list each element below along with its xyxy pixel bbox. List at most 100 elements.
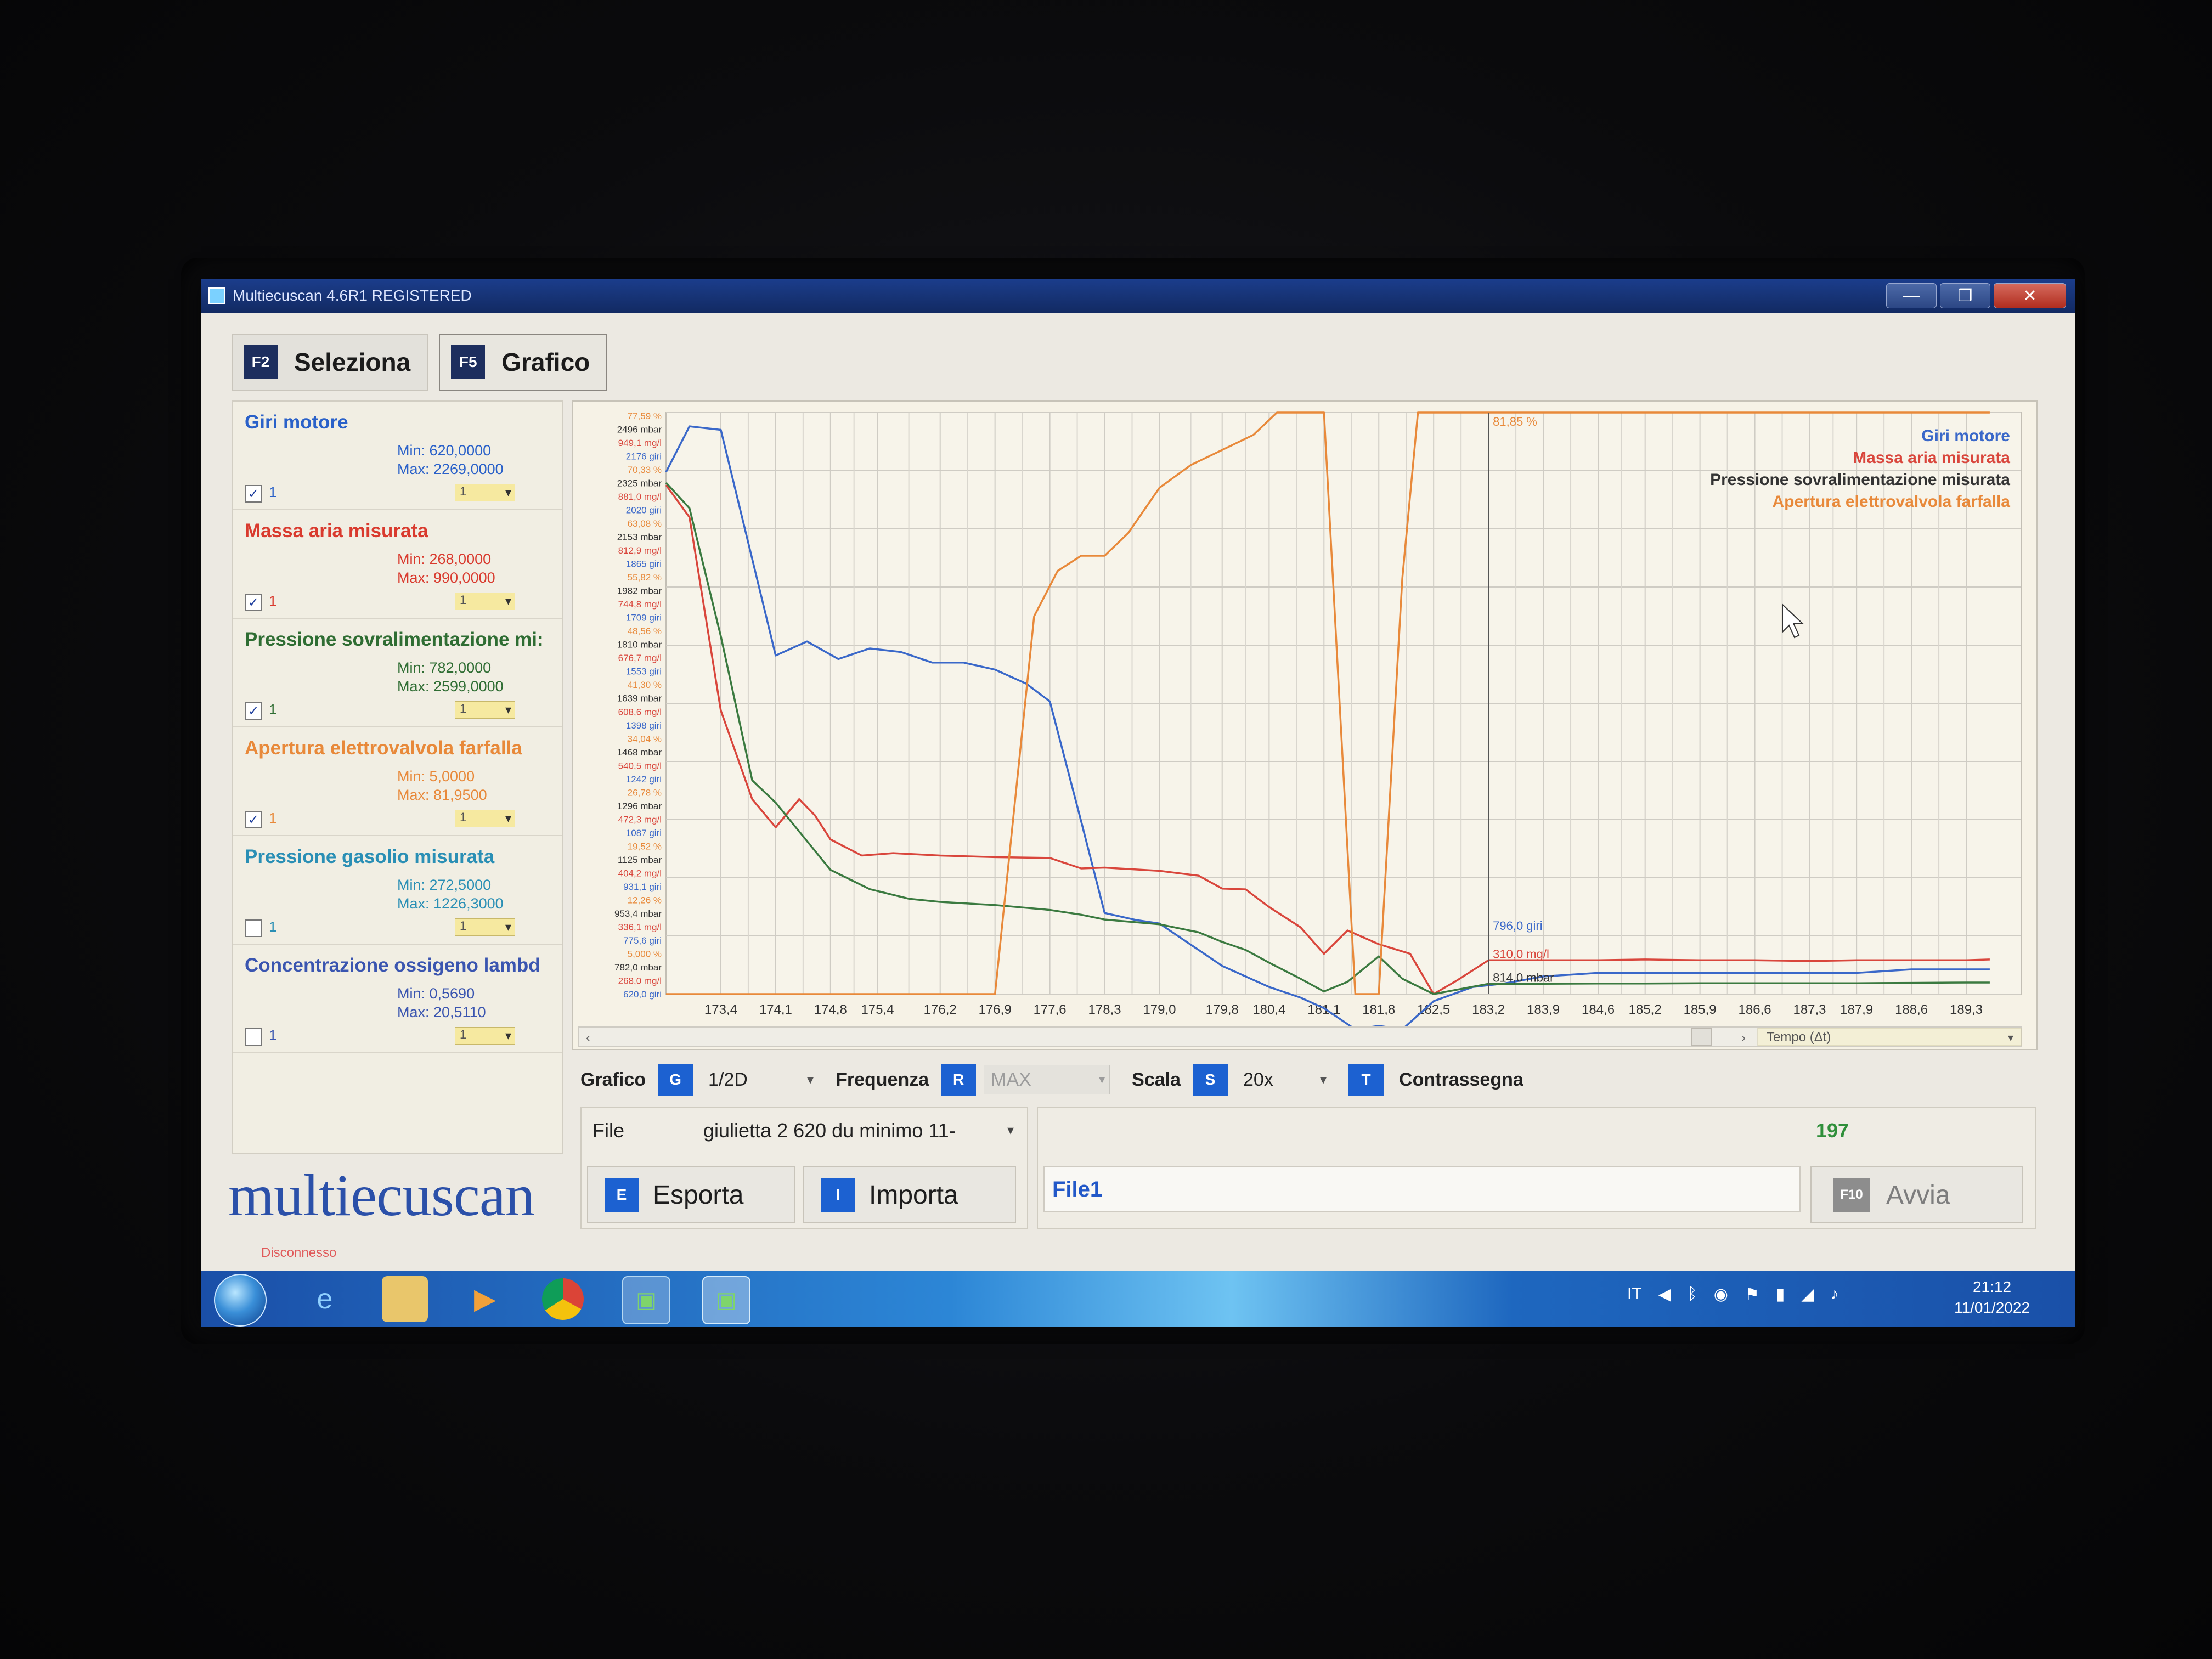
multiecuscan-taskbar-icon[interactable]: ▣ xyxy=(702,1276,751,1324)
flag-icon[interactable]: ⚑ xyxy=(1745,1285,1759,1304)
y-tick-label: 931,1 giri xyxy=(623,882,662,892)
parameter-checkbox[interactable]: ✓ xyxy=(245,811,262,828)
parameter-index: 1 xyxy=(269,918,277,935)
chevron-down-icon[interactable]: ▾ xyxy=(807,1072,814,1088)
frequenza-select[interactable]: MAX ▾ xyxy=(984,1065,1110,1094)
parameter-scale-select[interactable]: 1 ▾ xyxy=(455,1027,515,1045)
key-badge: F2 xyxy=(244,345,278,379)
speaker-icon[interactable]: ◀ xyxy=(1658,1285,1671,1304)
parameter-scale-select[interactable]: 1 ▾ xyxy=(455,810,515,827)
tab-label: Grafico xyxy=(501,348,590,376)
x-tick-label: 183,2 xyxy=(1472,1002,1505,1017)
signal-icon[interactable]: ◢ xyxy=(1801,1285,1814,1304)
language-indicator[interactable]: IT xyxy=(1627,1285,1642,1304)
cursor-value-label: 81,85 % xyxy=(1493,415,1537,428)
parameter-max: Max: 20,5110 xyxy=(397,1004,486,1020)
parameter-item[interactable]: Giri motore Min: 620,0000 Max: 2269,0000 ✓ 1… xyxy=(233,402,562,510)
network-icon[interactable]: ◉ xyxy=(1714,1285,1728,1304)
parameter-scale-select[interactable]: 1 ▾ xyxy=(455,701,515,719)
parameter-scale-value: 1 xyxy=(460,919,467,933)
parameter-item[interactable]: Massa aria misurata Min: 268,0000 Max: 990… xyxy=(233,510,562,619)
media-player-icon[interactable]: ▶ xyxy=(462,1276,508,1322)
internet-explorer-icon[interactable]: e xyxy=(302,1276,348,1322)
parameter-scale-select[interactable]: 1 ▾ xyxy=(455,592,515,610)
esporta-label: Esporta xyxy=(653,1180,744,1210)
parameter-max: Max: 990,0000 xyxy=(397,569,495,586)
esporta-button[interactable]: E Esporta xyxy=(587,1166,795,1223)
grafico-select[interactable]: 1/2D xyxy=(708,1069,796,1091)
avvia-button[interactable]: F10 Avvia xyxy=(1810,1166,2023,1223)
chrome-icon[interactable] xyxy=(542,1278,584,1320)
y-tick-label: 744,8 mg/l xyxy=(618,599,662,610)
y-tick-label: 2325 mbar xyxy=(617,478,662,489)
tab-label: Seleziona xyxy=(294,348,411,376)
y-tick-label: 1865 giri xyxy=(626,559,662,569)
x-tick-label: 189,3 xyxy=(1950,1002,1983,1017)
y-tick-label: 608,6 mg/l xyxy=(618,707,662,717)
importa-button[interactable]: I Importa xyxy=(803,1166,1016,1223)
scala-select[interactable]: 20x xyxy=(1243,1069,1309,1091)
parameter-index: 1 xyxy=(269,1027,277,1043)
parameter-item[interactable]: Apertura elettrovalvola farfalla Min: 5,0… xyxy=(233,727,562,836)
parameter-checkbox[interactable]: ✓ xyxy=(245,485,262,503)
cursor-value-label: 310,0 mg/l xyxy=(1493,947,1549,961)
connection-status: Disconnesso xyxy=(261,1245,337,1260)
contrassegna-key[interactable]: T xyxy=(1348,1064,1384,1096)
y-tick-label: 2020 giri xyxy=(626,505,662,516)
start-button[interactable] xyxy=(214,1274,267,1327)
parameter-index: 1 xyxy=(269,484,277,500)
y-tick-label: 268,0 mg/l xyxy=(618,975,662,986)
battery-icon[interactable]: ▮ xyxy=(1776,1285,1785,1304)
file-name-field[interactable]: File1 xyxy=(1043,1166,1801,1212)
parameter-min: Min: 272,5000 xyxy=(397,877,492,893)
clock-time[interactable]: 21:12 xyxy=(1951,1278,2033,1296)
parameter-item[interactable]: Pressione sovralimentazione mi: Min: 782,… xyxy=(233,619,562,727)
file-panel: File giulietta 2 620 du minimo 11- ▾ E E… xyxy=(580,1107,1028,1229)
parameter-item[interactable]: Concentrazione ossigeno lambd Min: 0,5690… xyxy=(233,945,562,1053)
y-tick-label: 1296 mbar xyxy=(617,801,662,811)
frequenza-key[interactable]: R xyxy=(941,1064,977,1096)
chart-svg: 173,4 174,1 174,8 175,4 176,2 176,9 177,6 178,3… xyxy=(578,411,2022,1047)
parameter-checkbox[interactable] xyxy=(245,919,262,937)
y-tick-label: 1982 mbar xyxy=(617,586,662,596)
parameter-scale-value: 1 xyxy=(460,702,467,715)
close-button[interactable]: ✕ xyxy=(1994,283,2066,308)
tab-seleziona[interactable]: F2 Seleziona xyxy=(232,334,428,391)
clock-date[interactable]: 11/01/2022 xyxy=(1951,1299,2033,1317)
parameter-scale-value: 1 xyxy=(460,484,467,498)
chevron-down-icon[interactable]: ▾ xyxy=(1320,1072,1327,1088)
window-title: Multiecuscan 4.6R1 REGISTERED xyxy=(233,287,472,304)
scala-key[interactable]: S xyxy=(1193,1064,1228,1096)
parameter-checkbox[interactable] xyxy=(245,1028,262,1046)
y-tick-label: 540,5 mg/l xyxy=(618,760,662,771)
grafico-key[interactable]: G xyxy=(658,1064,693,1096)
x-tick-label: 176,9 xyxy=(979,1002,1012,1017)
minimize-icon: — xyxy=(1903,286,1920,304)
y-tick-label: 1553 giri xyxy=(626,667,662,677)
parameter-scale-select[interactable]: 1 ▾ xyxy=(455,918,515,936)
y-tick-label: 63,08 % xyxy=(628,518,662,529)
parameter-item[interactable]: Pressione gasolio misurata Min: 272,5000 M… xyxy=(233,836,562,945)
file-select[interactable]: giulietta 2 620 du minimo 11- xyxy=(703,1119,956,1142)
minimize-button[interactable]: — xyxy=(1886,283,1937,308)
app-taskbar-icon[interactable]: ▣ xyxy=(622,1276,670,1324)
parameter-checkbox[interactable]: ✓ xyxy=(245,702,262,720)
chevron-down-icon[interactable]: ▾ xyxy=(1007,1122,1014,1138)
bluetooth-icon[interactable]: ᛒ xyxy=(1688,1285,1697,1304)
folder-icon[interactable] xyxy=(382,1276,428,1322)
parameter-list: Giri motore Min: 620,0000 Max: 2269,0000 ✓ 1… xyxy=(232,400,563,1154)
x-tick-label: 173,4 xyxy=(704,1002,737,1017)
volume-icon[interactable]: ♪ xyxy=(1830,1285,1838,1304)
maximize-button[interactable]: ❐ xyxy=(1940,283,1990,308)
contrassegna-button[interactable]: Contrassegna xyxy=(1399,1069,1523,1091)
y-tick-label: 1398 giri xyxy=(626,720,662,731)
y-tick-label: 1087 giri xyxy=(626,828,662,838)
tab-grafico[interactable]: F5 Grafico xyxy=(439,334,608,391)
chart-panel: 173,4 174,1 174,8 175,4 176,2 176,9 177,6 178,3… xyxy=(572,400,2038,1050)
parameter-scale-select[interactable]: 1 ▾ xyxy=(455,484,515,501)
parameter-max: Max: 2599,0000 xyxy=(397,678,504,695)
parameter-min: Min: 5,0000 xyxy=(397,768,475,785)
parameter-checkbox[interactable]: ✓ xyxy=(245,594,262,611)
cursor-value-label: 814,0 mbar xyxy=(1493,970,1554,984)
parameter-index: 1 xyxy=(269,592,277,609)
